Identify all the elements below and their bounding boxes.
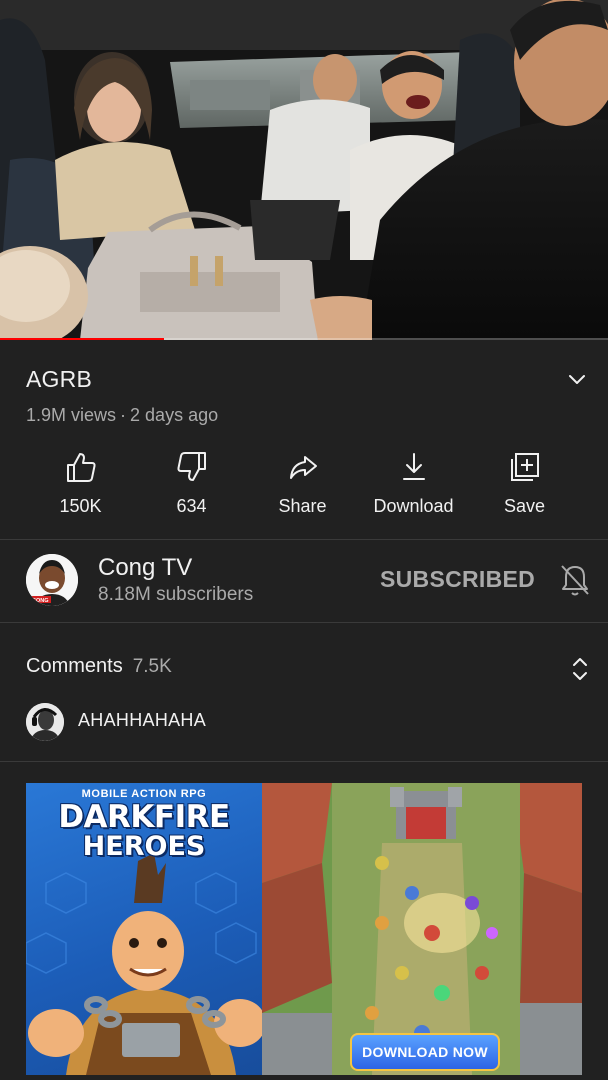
add-to-playlist-icon [510,453,539,481]
divider [0,761,608,762]
like-button[interactable]: 150K [25,448,136,520]
bell-off-icon[interactable] [558,562,592,598]
meta-separator: · [120,405,127,425]
divider [0,539,608,540]
save-button[interactable]: Save [469,448,580,520]
ad-banner[interactable]: MOBILE ACTION RPG DARKFIRE HEROES DOWNLO… [26,783,582,1075]
comments-header[interactable]: Comments 7.5K [26,655,172,678]
commenter-avatar-image [26,703,64,741]
video-title: AGRB [26,366,92,392]
dislike-count: 634 [176,496,207,516]
chevron-down-icon[interactable] [564,366,590,392]
title-row[interactable]: AGRB [26,364,590,396]
unfold-icon[interactable] [566,654,594,684]
channel-avatar[interactable]: CONG [26,554,78,606]
commenter-avatar[interactable] [26,703,64,741]
download-button[interactable]: Download [358,448,469,520]
video-player[interactable] [0,0,608,340]
share-button[interactable]: Share [247,448,358,520]
top-comment-text: AHAHHAHAHA [78,710,207,730]
like-count: 150K [59,496,102,516]
thumbs-down-icon [176,452,206,481]
comments-count: 7.5K [132,656,172,677]
view-count: 1.9M views [26,405,117,425]
subscribed-button[interactable]: SUBSCRIBED [380,566,535,593]
channel-avatar-image: CONG [26,554,78,606]
progress-fill [0,338,165,340]
progress-bar[interactable] [0,338,608,340]
channel-name[interactable]: Cong TV [98,554,192,582]
dislike-button[interactable]: 634 [136,448,247,520]
ad-left-panel: MOBILE ACTION RPG DARKFIRE HEROES [26,783,262,1075]
upload-age: 2 days ago [130,405,219,425]
subscriber-count: 8.18M subscribers [98,584,254,605]
download-icon [402,453,425,480]
save-label: Save [503,496,546,516]
ad-gameplay-panel [262,783,582,1075]
thumbs-up-icon [66,453,96,482]
video-frame [0,0,608,340]
share-label: Share [278,496,327,516]
download-label: Download [373,496,454,516]
share-arrow-icon [289,456,317,479]
action-bar: 150K 634 Share Download Save [25,448,580,520]
video-meta: 1.9M views · 2 days ago [26,405,218,426]
comments-label: Comments [26,655,123,677]
ad-title-line2: HEROES [82,831,206,862]
avatar-badge: CONG [32,598,49,604]
divider [0,622,608,623]
ad-title-line1: DARKFIRE [58,799,230,835]
ad-gameplay-art [262,783,582,1075]
ad-download-button[interactable]: DOWNLOAD NOW [350,1033,500,1071]
